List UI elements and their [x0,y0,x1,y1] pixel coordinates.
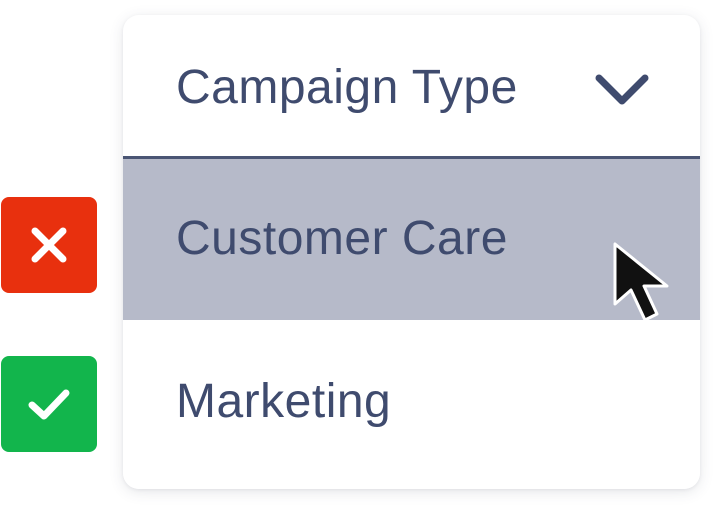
close-icon [31,227,67,263]
stage: Campaign Type Customer Care Marketing [0,0,716,507]
dropdown-header-label: Campaign Type [176,61,518,114]
correct-marker-badge [1,356,97,452]
option-label-marketing: Marketing [176,375,392,428]
dropdown-option-marketing[interactable]: Marketing [123,320,700,489]
option-label-customer-care: Customer Care [176,212,508,265]
incorrect-marker-badge [1,197,97,293]
chevron-down-icon[interactable] [593,71,651,109]
check-icon [28,389,70,420]
mouse-cursor-icon [613,242,669,322]
dropdown-toggle[interactable]: Campaign Type [123,15,700,159]
